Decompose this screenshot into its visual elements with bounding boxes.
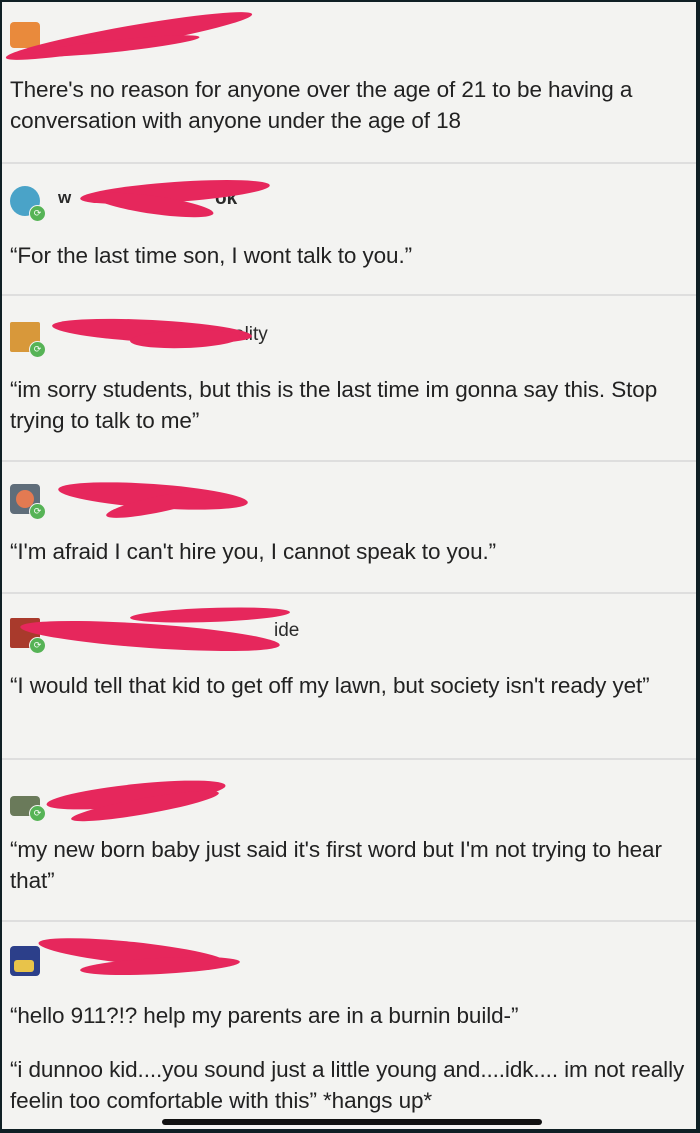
post-text: “my new born baby just said it's first w… [10, 837, 662, 893]
post-text: There's no reason for anyone over the ag… [10, 77, 633, 133]
avatar[interactable] [10, 22, 40, 48]
reblog-icon: ⟳ [29, 805, 46, 822]
avatar[interactable] [10, 946, 40, 976]
post-text: “hello 911?!? help my parents are in a b… [10, 1003, 519, 1028]
reblog-icon: ⟳ [29, 341, 46, 358]
avatar[interactable]: ⟳ [10, 484, 46, 520]
post-header: ⟳ [10, 477, 310, 524]
post-text: “I would tell that kid to get off my law… [10, 673, 650, 698]
post: ⟳ ality “im sorry students, but this is … [2, 296, 696, 462]
post-header: ⟳ [10, 774, 310, 827]
post-text: “For the last time son, I wont talk to y… [10, 243, 413, 268]
reblog-icon: ⟳ [29, 637, 46, 654]
post-header: ⟳ ality [10, 314, 310, 358]
username-redaction [129, 605, 291, 625]
avatar[interactable]: ⟳ [10, 186, 46, 222]
reblog-icon: ⟳ [29, 503, 46, 520]
post-text: “im sorry students, but this is the last… [10, 377, 658, 433]
post: ⟳ w ok “For the last time son, I wont ta… [2, 164, 696, 296]
post-text: “I'm afraid I can't hire you, I cannot s… [10, 539, 497, 564]
post-header: ⟳ w ok [10, 175, 310, 223]
post: ⟳ “I'm afraid I can't hire you, I cannot… [2, 462, 696, 594]
avatar[interactable]: ⟳ [10, 796, 46, 822]
username-redaction [4, 4, 254, 68]
post: ⟳ ide “I would tell that kid to get off … [2, 594, 696, 760]
screenshot-frame: There's no reason for anyone over the ag… [2, 2, 696, 1129]
post: “hello 911?!? help my parents are in a b… [2, 922, 696, 1129]
username[interactable]: w [58, 188, 71, 208]
post: ⟳ “my new born baby just said it's first… [2, 760, 696, 922]
reply-text: “i dunnoo kid....you sound just a little… [10, 1057, 685, 1113]
post-header: ⟳ ide [10, 605, 330, 658]
home-indicator [162, 1119, 542, 1125]
username[interactable]: ide [274, 620, 299, 642]
avatar[interactable]: ⟳ [10, 322, 46, 358]
reblog-icon: ⟳ [29, 205, 46, 222]
post-header [10, 932, 310, 980]
post: There's no reason for anyone over the ag… [2, 2, 696, 164]
